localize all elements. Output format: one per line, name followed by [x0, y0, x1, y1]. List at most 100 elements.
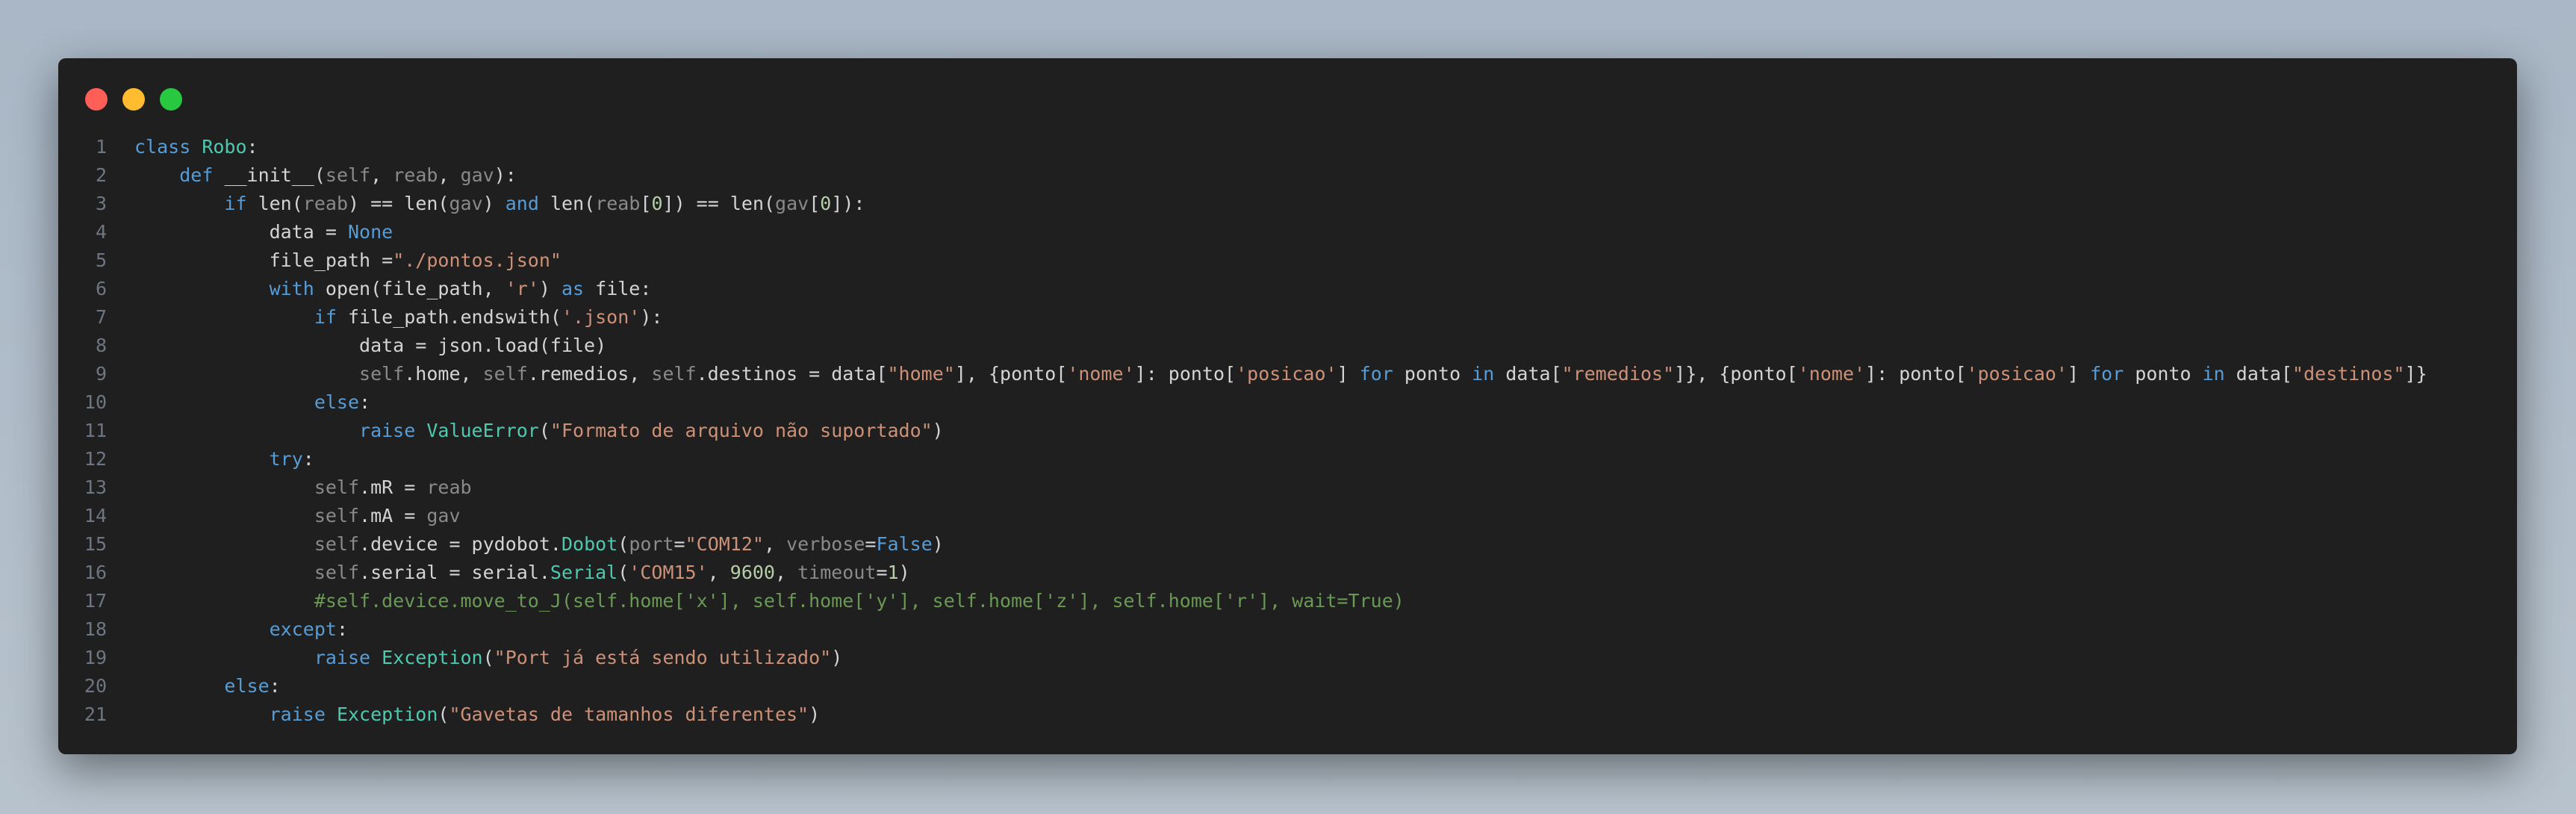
code-line: 9 self.home, self.remedios, self.destino…: [58, 360, 2517, 388]
code-token: ): [932, 420, 944, 441]
code-token: .serial = serial.: [359, 562, 550, 583]
code-token: open(file_path,: [325, 278, 505, 299]
code-token: ]) == len(: [662, 193, 776, 214]
code-token: def: [179, 164, 225, 186]
code-token: file:: [595, 278, 652, 299]
maximize-button[interactable]: [160, 88, 182, 111]
code-token: None: [347, 221, 393, 243]
code-token: :: [336, 618, 348, 640]
code-token: (: [438, 703, 449, 725]
code-token: [: [809, 193, 821, 214]
code-token: else: [224, 675, 270, 697]
code-token: class: [134, 136, 202, 158]
code-token: 'nome': [1797, 363, 1866, 385]
code-token: (: [482, 647, 494, 668]
line-number: 10: [84, 391, 107, 413]
code-token: .destinos = data[: [696, 363, 888, 385]
code-text: self.device = pydobot.Dobot(port="COM12"…: [134, 533, 944, 555]
code-token: Exception: [336, 703, 438, 725]
code-token: len(: [550, 193, 596, 214]
line-number: 11: [84, 420, 107, 441]
code-text: file_path ="./pontos.json": [134, 249, 561, 271]
code-text: with open(file_path, 'r') as file:: [134, 278, 652, 299]
code-token: data[: [2236, 363, 2293, 385]
code-text: except:: [134, 618, 348, 640]
code-token: =: [673, 533, 685, 555]
close-button[interactable]: [85, 88, 108, 111]
code-text: if len(reab) == len(gav) and len(reab[0]…: [134, 193, 865, 214]
line-number: 12: [84, 448, 107, 470]
code-text: def __init__(self, reab, gav):: [134, 164, 517, 186]
code-token: 'r': [505, 278, 539, 299]
code-token: :: [269, 675, 281, 697]
code-text: self.mA = gav: [134, 505, 461, 526]
line-number: 18: [84, 618, 107, 640]
code-token: :: [302, 448, 314, 470]
code-token: self: [314, 476, 360, 498]
code-token: reab: [302, 193, 349, 214]
code-line: 14 self.mA = gav: [58, 502, 2517, 530]
code-line: 19 raise Exception("Port já está sendo u…: [58, 644, 2517, 672]
code-token: ,: [763, 533, 787, 555]
code-token: ): [898, 562, 910, 583]
code-line: 18 except:: [58, 615, 2517, 644]
minimize-button[interactable]: [122, 88, 145, 111]
code-token: ]):: [831, 193, 865, 214]
line-number: 15: [84, 533, 107, 555]
code-token: if: [224, 193, 258, 214]
code-line: 11 raise ValueError("Formato de arquivo …: [58, 417, 2517, 445]
code-token: "Gavetas de tamanhos diferentes": [449, 703, 809, 725]
code-token: for: [1359, 363, 1404, 385]
code-line: 3 if len(reab) == len(gav) and len(reab[…: [58, 190, 2517, 218]
code-token: gav: [426, 505, 461, 526]
line-number: 6: [95, 278, 107, 299]
code-token: in: [2202, 363, 2236, 385]
line-number: 19: [84, 647, 107, 668]
code-line: 5 file_path ="./pontos.json": [58, 246, 2517, 275]
code-token: "Port já está sendo utilizado": [494, 647, 832, 668]
code-token: ponto: [1404, 363, 1472, 385]
code-token: except: [269, 618, 337, 640]
code-token: gav: [775, 193, 809, 214]
code-token: ValueError: [426, 420, 539, 441]
code-token: gav: [449, 193, 483, 214]
code-token: (: [617, 533, 629, 555]
code-text: data = json.load(file): [134, 335, 606, 356]
code-token: [: [640, 193, 652, 214]
code-token: =: [876, 562, 888, 583]
code-token: self: [325, 164, 371, 186]
code-token: data[: [1505, 363, 1562, 385]
line-number: 3: [95, 193, 107, 214]
code-token: len(: [258, 193, 303, 214]
code-token: Exception: [382, 647, 483, 668]
code-token: file_path =: [134, 249, 393, 271]
code-line: 12 try:: [58, 445, 2517, 473]
code-token: ], {ponto[: [954, 363, 1068, 385]
code-token: ]}, {ponto[: [1674, 363, 1798, 385]
code-token: reab: [426, 476, 472, 498]
code-token: file_path.endswith(: [347, 306, 561, 328]
code-token: ):: [494, 164, 517, 186]
code-token: for: [2090, 363, 2135, 385]
code-line: 1 class Robo:: [58, 133, 2517, 161]
code-token: self: [314, 505, 360, 526]
code-token: data = json.load(file): [134, 335, 607, 356]
code-text: raise ValueError("Formato de arquivo não…: [134, 420, 944, 441]
code-token: 'nome': [1067, 363, 1135, 385]
code-token: .mA =: [359, 505, 427, 526]
code-token: in: [1472, 363, 1506, 385]
code-token: "home": [887, 363, 955, 385]
code-text: self.home, self.remedios, self.destinos …: [134, 363, 2427, 385]
code-text: raise Exception("Port já está sendo util…: [134, 647, 842, 668]
code-line: 2 def __init__(self, reab, gav):: [58, 161, 2517, 190]
